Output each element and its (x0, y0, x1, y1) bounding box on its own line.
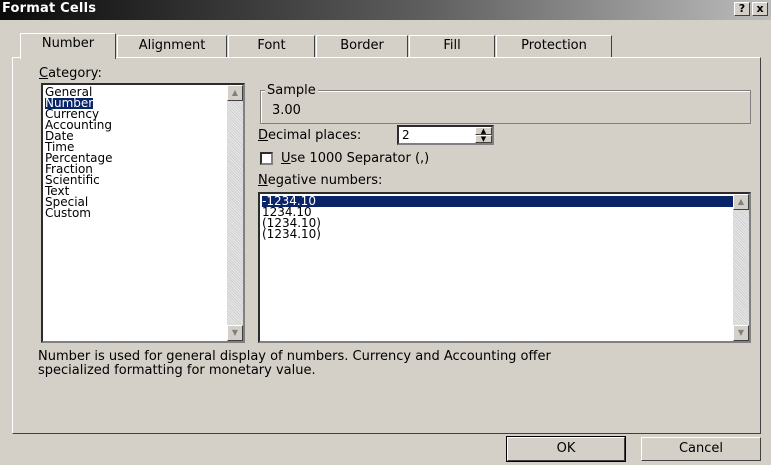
sample-value: 3.00 (272, 103, 301, 118)
tab-protection[interactable]: Protection (496, 35, 612, 57)
tab-fill[interactable]: Fill (409, 35, 495, 57)
negative-item-parens-2[interactable]: (1234.10) (262, 228, 321, 240)
decimal-places-label: Decimal places: (258, 128, 362, 143)
description-line-1: Number is used for general display of nu… (38, 349, 551, 364)
negative-numbers-label: Negative numbers: (258, 173, 383, 188)
separator-checkbox[interactable] (260, 152, 273, 165)
tab-panel-number: Category: General Number Currency Accoun… (12, 57, 761, 434)
scroll-up-icon[interactable]: ▲ (733, 194, 749, 210)
help-button[interactable]: ? (734, 2, 750, 16)
scroll-down-icon[interactable]: ▼ (733, 325, 749, 341)
close-button[interactable]: x (752, 2, 768, 16)
description-text: Number is used for general display of nu… (38, 350, 551, 378)
tab-border[interactable]: Border (316, 35, 408, 57)
category-listbox[interactable]: General Number Currency Accounting Date … (41, 83, 245, 343)
tab-font[interactable]: Font (228, 35, 315, 57)
cancel-button[interactable]: Cancel (641, 437, 761, 461)
sample-groupbox (260, 90, 751, 124)
sample-label: Sample (265, 83, 318, 98)
category-item-custom[interactable]: Custom (45, 207, 91, 219)
decimal-places-spinner[interactable]: 2 ▲ ▼ (397, 125, 494, 145)
title-bar[interactable]: Format Cells ? x (0, 0, 771, 20)
scroll-down-icon[interactable]: ▼ (227, 325, 243, 341)
ok-button[interactable]: OK (506, 436, 626, 462)
negative-scrollbar[interactable]: ▲ ▼ (733, 194, 749, 341)
spin-down-icon[interactable]: ▼ (475, 135, 492, 143)
format-cells-dialog: Format Cells ? x Number Alignment Font B… (0, 0, 771, 465)
separator-label[interactable]: Use 1000 Separator (,) (281, 151, 429, 166)
negative-numbers-listbox[interactable]: -1234.10 1234.10 (1234.10) (1234.10) ▲ ▼ (258, 192, 751, 343)
tab-alignment[interactable]: Alignment (117, 35, 227, 57)
decimal-places-value[interactable]: 2 (402, 128, 410, 142)
tab-number[interactable]: Number (20, 33, 116, 59)
category-scrollbar[interactable]: ▲ ▼ (227, 85, 243, 341)
spin-up-icon[interactable]: ▲ (475, 127, 492, 135)
dialog-title: Format Cells (2, 1, 97, 16)
scroll-up-icon[interactable]: ▲ (227, 85, 243, 101)
negative-item-minus[interactable]: -1234.10 (262, 195, 733, 207)
description-line-2: specialized formatting for monetary valu… (38, 363, 316, 378)
category-label: Category: (39, 66, 102, 81)
